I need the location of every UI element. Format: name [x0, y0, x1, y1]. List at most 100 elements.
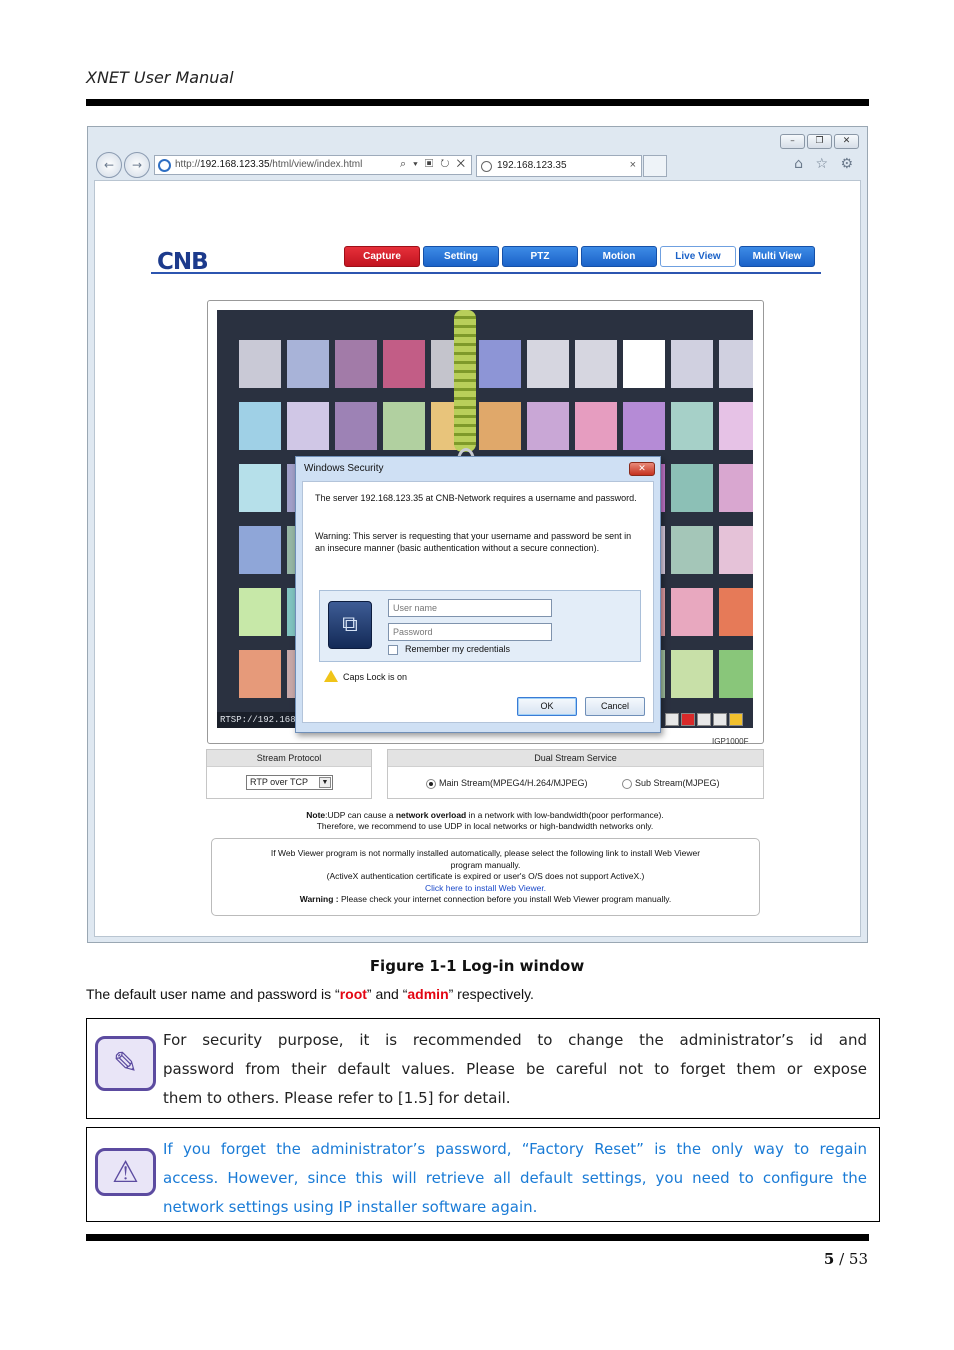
dual-stream-label: Dual Stream Service [388, 750, 763, 767]
dialog-title: Windows Security [304, 463, 384, 474]
default-password: admin [407, 986, 449, 1002]
color-swatch [479, 402, 521, 450]
zoom-icon[interactable] [729, 713, 743, 726]
tab-title: 192.168.123.35 [497, 160, 567, 171]
security-note-box: ✎ For security purpose, it is recommende… [86, 1018, 880, 1119]
stream-protocol-label: Stream Protocol [207, 750, 371, 767]
color-swatch [671, 464, 713, 512]
window-controls: – ❐ ✕ [780, 134, 859, 149]
rtsp-overlay: RTSP://192.168. [217, 712, 301, 728]
color-swatch [719, 588, 753, 636]
forward-button[interactable]: → [124, 152, 150, 178]
cancel-button[interactable]: Cancel [585, 697, 645, 716]
new-tab-button[interactable] [643, 155, 667, 177]
snapshot-icon[interactable] [697, 713, 711, 726]
color-swatch [623, 402, 665, 450]
warning-triangle-icon: ⚠ [95, 1148, 156, 1196]
dialog-message: The server 192.168.123.35 at CNB-Network… [315, 493, 637, 503]
footer-rule [86, 1234, 869, 1241]
install-line1: If Web Viewer program is not normally in… [270, 848, 701, 858]
header-divider [151, 272, 821, 274]
ie-icon [158, 159, 171, 172]
color-swatch [623, 340, 665, 388]
install-line3: (ActiveX authentication certificate is e… [326, 871, 645, 881]
udp-note-line2: Therefore, we recommend to use UDP in lo… [316, 821, 654, 831]
color-swatch [383, 340, 425, 388]
sub-stream-radio[interactable] [622, 779, 632, 789]
hanging-rope [454, 310, 476, 452]
remember-checkbox[interactable] [388, 645, 398, 655]
address-path: /html/view/index.html [269, 159, 363, 170]
color-swatch [239, 588, 281, 636]
address-prefix: http:// [175, 159, 201, 170]
nav-multi-view[interactable]: Multi View [739, 246, 815, 267]
color-swatch [287, 340, 329, 388]
nav-capture[interactable]: Capture [344, 246, 420, 267]
address-bar[interactable]: http://192.168.123.35/html/view/index.ht… [154, 155, 472, 175]
stream-protocol-select[interactable]: RTP over TCP ▼ [246, 775, 333, 790]
default-user: root [339, 986, 367, 1002]
close-button[interactable]: ✕ [834, 134, 859, 149]
color-swatch [575, 402, 617, 450]
record-icon[interactable] [681, 713, 695, 726]
manual-title: XNET User Manual [86, 68, 234, 87]
ok-button[interactable]: OK [517, 697, 577, 716]
default-credentials-paragraph: The default user name and password is “r… [86, 986, 534, 1002]
color-swatch [239, 464, 281, 512]
warning-icon [324, 670, 338, 682]
caps-lock-warning: Caps Lock is on [324, 670, 407, 682]
browser-screenshot: – ❐ ✕ ← → http://192.168.123.35/html/vie… [87, 126, 868, 943]
ptz-icon[interactable] [665, 713, 679, 726]
back-button[interactable]: ← [96, 152, 122, 178]
warning-text: If you forget the administrator’s passwo… [163, 1140, 867, 1216]
loading-icon [481, 161, 492, 172]
nav-setting[interactable]: Setting [423, 246, 499, 267]
color-swatch [671, 526, 713, 574]
settings-icon[interactable] [713, 713, 727, 726]
dialog-body: The server 192.168.123.35 at CNB-Network… [302, 481, 654, 723]
password-field[interactable]: Password [388, 623, 552, 641]
color-swatch [335, 340, 377, 388]
warning-box: ⚠ If you forget the administrator’s pass… [86, 1127, 880, 1222]
main-nav: Capture Setting PTZ Motion Live View Mul… [344, 246, 815, 267]
username-field[interactable]: User name [388, 599, 552, 617]
dialog-close-button[interactable]: ✕ [629, 462, 655, 476]
browser-tab[interactable]: 192.168.123.35 × [476, 155, 642, 177]
sub-stream-label: Sub Stream(MJPEG) [635, 778, 720, 788]
minimize-button[interactable]: – [780, 134, 805, 149]
color-swatch [479, 340, 521, 388]
nav-motion[interactable]: Motion [581, 246, 657, 267]
nav-live-view[interactable]: Live View [660, 246, 736, 267]
color-swatch [719, 650, 753, 698]
color-swatch [239, 526, 281, 574]
header-rule [86, 99, 869, 106]
dialog-warning: Warning: This server is requesting that … [315, 531, 632, 553]
color-swatch [719, 464, 753, 512]
color-swatch [671, 588, 713, 636]
address-host: 192.168.123.35 [200, 159, 270, 170]
login-dialog: Windows Security ✕ The server 192.168.12… [295, 456, 661, 733]
security-note-text: For security purpose, it is recommended … [163, 1031, 867, 1107]
video-toolbar [665, 713, 743, 726]
main-stream-radio[interactable] [426, 779, 436, 789]
color-swatch [527, 340, 569, 388]
color-swatch [239, 650, 281, 698]
home-favorites-settings-icon[interactable]: ⌂ ☆ ⚙ [794, 156, 857, 172]
color-swatch [527, 402, 569, 450]
tab-close-icon[interactable]: × [630, 159, 636, 171]
install-warning: Warning : Please check your internet con… [299, 894, 672, 904]
color-swatch [671, 402, 713, 450]
credential-icon: ⧉ [328, 601, 372, 649]
color-swatch [719, 340, 753, 388]
color-swatch [671, 650, 713, 698]
install-link[interactable]: Click here to install Web Viewer. [212, 883, 759, 895]
maximize-button[interactable]: ❐ [807, 134, 832, 149]
udp-note: Note:UDP can cause a network overload in… [306, 810, 664, 820]
nav-ptz[interactable]: PTZ [502, 246, 578, 267]
color-swatch [671, 340, 713, 388]
install-line2: program manually. [450, 859, 521, 870]
install-info-box: If Web Viewer program is not normally in… [211, 838, 760, 916]
pencil-note-icon: ✎ [95, 1036, 156, 1091]
remember-label: Remember my credentials [405, 644, 511, 654]
address-tools-icon[interactable]: ⌕ ▾ ▣ ↻ ✕ [400, 158, 467, 171]
